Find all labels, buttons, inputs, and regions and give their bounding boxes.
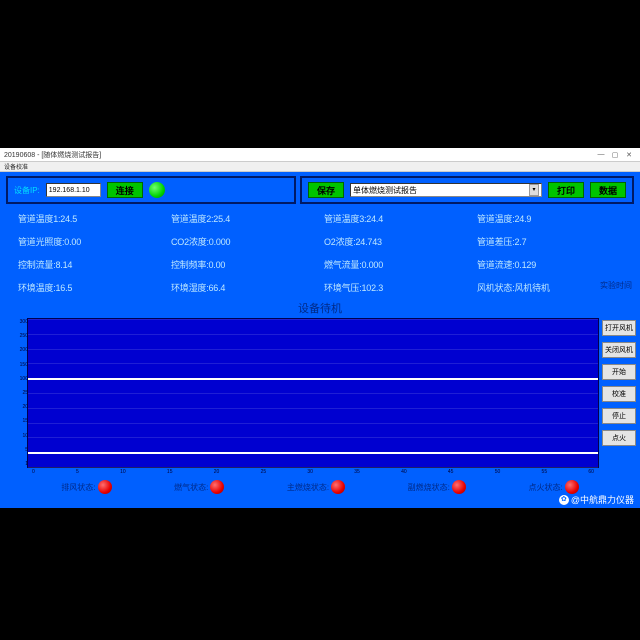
reading-item: CO2浓度:0.000: [171, 235, 316, 248]
reading-item: 环境湿度:66.4: [171, 281, 316, 294]
reading-item: 环境气压:102.3: [324, 281, 469, 294]
data-button[interactable]: 数据: [590, 182, 626, 198]
reading-item: 管道温度2:25.4: [171, 212, 316, 225]
watermark: ✿ @中航鼎力仪器: [559, 493, 634, 506]
experiment-time-label: 实验时间: [600, 280, 632, 291]
ip-input[interactable]: 192.168.1.10: [46, 183, 101, 197]
watermark-text: @中航鼎力仪器: [571, 493, 634, 506]
reading-item: 管道温度3:24.4: [324, 212, 469, 225]
status-item: 点火状态:: [528, 480, 578, 494]
reading-item: 管道温度:24.9: [477, 212, 622, 225]
start-button[interactable]: 开始: [602, 364, 636, 380]
open-fan-button[interactable]: 打开风机: [602, 320, 636, 336]
reading-item: O2浓度:24.743: [324, 235, 469, 248]
chevron-down-icon: ▾: [529, 184, 539, 196]
reading-item: 环境温度:16.5: [18, 281, 163, 294]
device-panel: 设备IP: 192.168.1.10 连接: [6, 176, 296, 204]
reading-item: 控制流量:8.14: [18, 258, 163, 271]
reading-item: 管道温度1:24.5: [18, 212, 163, 225]
reading-item: 管道光照度:0.00: [18, 235, 163, 248]
status-led-icon: [98, 480, 112, 494]
watermark-logo-icon: ✿: [559, 495, 569, 505]
menubar: 设备校准: [0, 162, 640, 172]
connection-led-icon: [149, 182, 165, 198]
status-led-icon: [565, 480, 579, 494]
chart-area: 3002502001501002520151051 05101520253035…: [27, 318, 599, 468]
chart-x-axis: 051015202530354045505560: [28, 469, 598, 475]
report-panel: 保存 单体燃烧测试报告 ▾ 打印 数据: [300, 176, 634, 204]
reading-item: 燃气流量:0.000: [324, 258, 469, 271]
maximize-icon[interactable]: ▢: [608, 151, 622, 159]
readings-grid: 管道温度1:24.5 管道温度2:25.4 管道温度3:24.4 管道温度:24…: [0, 208, 640, 294]
reading-item: 管道差压:2.7: [477, 235, 622, 248]
menu-item[interactable]: 设备校准: [4, 165, 28, 171]
status-led-icon: [452, 480, 466, 494]
status-item: 副燃烧状态:: [408, 480, 466, 494]
report-select-value: 单体燃烧测试报告: [353, 185, 417, 196]
ip-label: 设备IP:: [14, 185, 40, 196]
status-item: 主燃烧状态:: [287, 480, 345, 494]
print-button[interactable]: 打印: [548, 182, 584, 198]
chart-y-axis: 3002502001501002520151051: [16, 319, 28, 467]
save-button[interactable]: 保存: [308, 182, 344, 198]
main-content: 设备IP: 192.168.1.10 连接 保存 单体燃烧测试报告 ▾ 打印 数…: [0, 172, 640, 508]
status-item: 排风状态:: [61, 480, 111, 494]
close-fan-button[interactable]: 关闭风机: [602, 342, 636, 358]
ignite-button[interactable]: 点火: [602, 430, 636, 446]
control-buttons: 打开风机 关闭风机 开始 校准 停止 点火: [602, 318, 636, 468]
status-led-icon: [210, 480, 224, 494]
stop-button[interactable]: 停止: [602, 408, 636, 424]
reading-item: 控制频率:0.00: [171, 258, 316, 271]
window-titlebar: 20190608 - [随体燃烧测试报告] — ▢ ✕: [0, 148, 640, 162]
connect-button[interactable]: 连接: [107, 182, 143, 198]
reading-item: 管道流速:0.129: [477, 258, 622, 271]
status-item: 燃气状态:: [174, 480, 224, 494]
device-status: 设备待机: [0, 300, 640, 316]
status-led-icon: [331, 480, 345, 494]
report-select[interactable]: 单体燃烧测试报告 ▾: [350, 183, 542, 197]
minimize-icon[interactable]: —: [594, 151, 608, 158]
window-title: 20190608 - [随体燃烧测试报告]: [4, 150, 101, 160]
calibrate-button[interactable]: 校准: [602, 386, 636, 402]
close-icon[interactable]: ✕: [622, 151, 636, 159]
